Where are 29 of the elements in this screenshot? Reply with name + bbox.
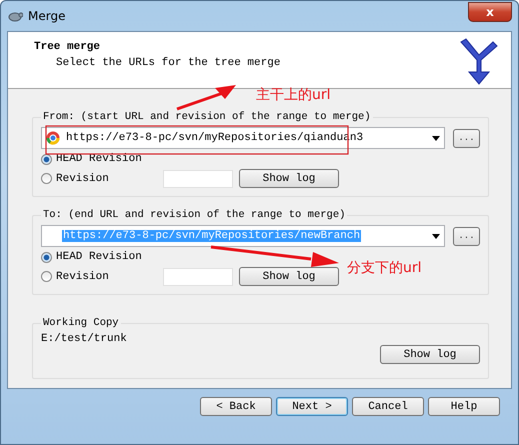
close-button[interactable]: x xyxy=(468,2,512,22)
show-log-button[interactable]: Show log xyxy=(380,345,480,364)
wizard-button[interactable]: < Back xyxy=(200,397,272,416)
merge-arrow-icon xyxy=(459,38,499,86)
revision-input[interactable] xyxy=(163,268,233,286)
browse-button[interactable]: ... xyxy=(453,226,480,246)
wizard-button[interactable]: Help xyxy=(428,397,500,416)
dropdown-caret-icon xyxy=(432,234,440,238)
browser-icon xyxy=(46,131,60,145)
annotation-arrow xyxy=(176,85,236,110)
window-title: Merge xyxy=(28,9,66,23)
show-log-button[interactable]: Show log xyxy=(239,169,339,188)
browse-button[interactable]: ... xyxy=(453,128,480,148)
group-label: From: (start URL and revision of the range to merge) xyxy=(42,111,372,123)
dropdown-caret-icon xyxy=(432,136,440,140)
annotation-text: 主干上的url xyxy=(256,86,331,104)
wizard-button[interactable]: Cancel xyxy=(352,397,424,416)
annotation-text: 分支下的url xyxy=(347,259,422,277)
revision-radio[interactable]: Revision xyxy=(41,270,163,282)
show-log-button[interactable]: Show log xyxy=(239,267,339,286)
revision-radio[interactable]: Revision xyxy=(41,172,163,184)
revision-radio[interactable]: HEAD Revision xyxy=(41,251,163,263)
revision-input[interactable] xyxy=(163,170,233,188)
group-label: Working Copy xyxy=(42,317,120,329)
page-title: Tree merge xyxy=(34,41,102,53)
page-subtitle: Select the URLs for the tree merge xyxy=(55,57,282,69)
working-copy-path: E:/test/trunk xyxy=(41,333,127,345)
group-label: To: (end URL and revision of the range to merge) xyxy=(42,209,346,221)
wizard-button[interactable]: Next > xyxy=(276,397,348,416)
